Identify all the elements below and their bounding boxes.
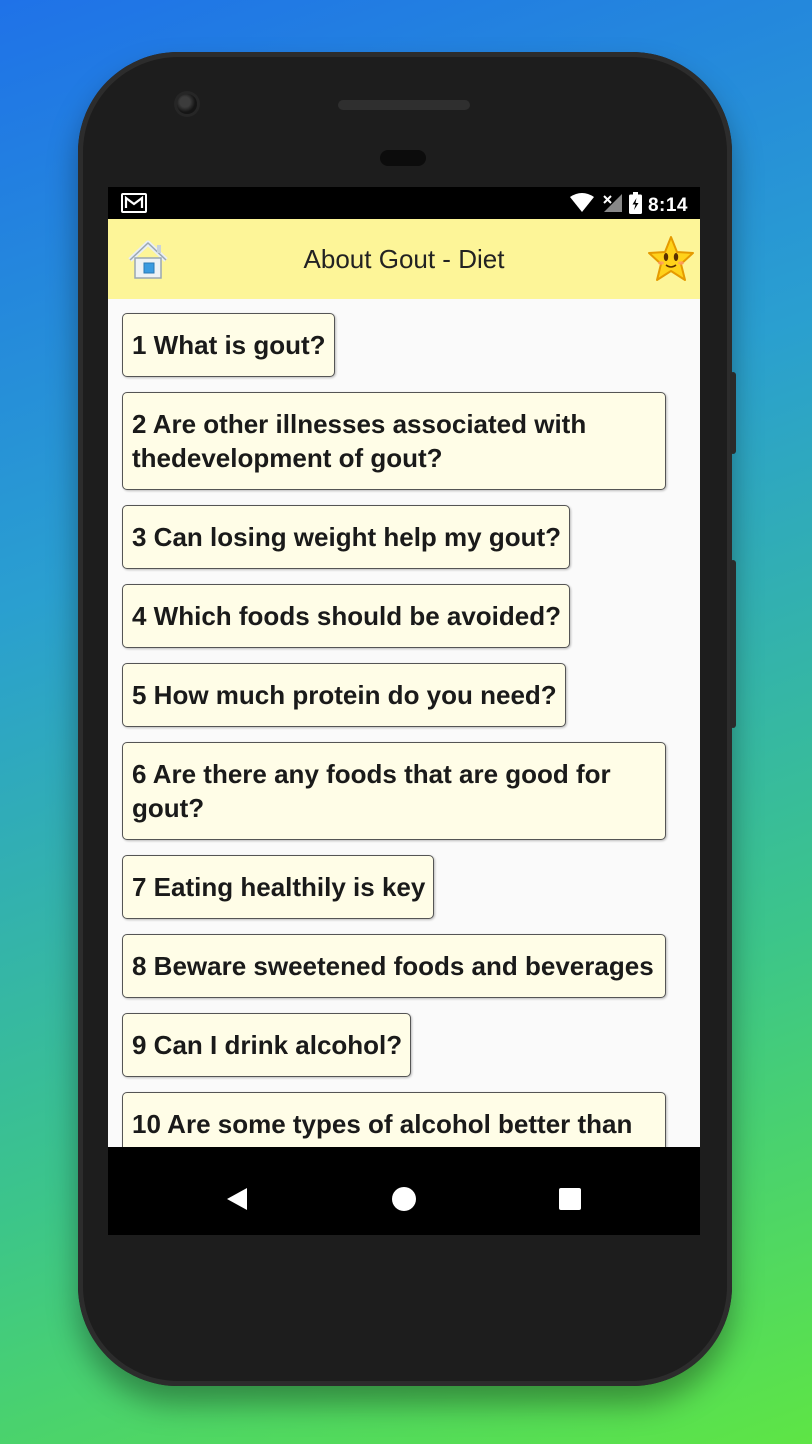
topic-item-4[interactable]: 4 Which foods should be avoided?	[122, 584, 571, 648]
topic-item-2[interactable]: 2 Are other illnesses associated with th…	[122, 392, 666, 490]
volume-button	[730, 560, 736, 728]
earpiece-speaker	[338, 100, 470, 110]
power-button	[730, 372, 736, 454]
home-circle-icon[interactable]	[392, 1187, 416, 1211]
topic-list: 1 What is gout? 2 Are other illnesses as…	[108, 299, 700, 1147]
recents-icon[interactable]	[559, 1188, 581, 1210]
back-icon[interactable]	[226, 1187, 248, 1216]
topic-item-3[interactable]: 3 Can losing weight help my gout?	[122, 505, 571, 569]
proximity-sensor	[380, 150, 426, 166]
favorite-star-icon[interactable]	[646, 235, 696, 288]
wifi-icon	[569, 193, 595, 218]
status-time: 8:14	[647, 194, 688, 216]
topic-item-9[interactable]: 9 Can I drink alcohol?	[122, 1013, 412, 1077]
status-bar: 8:14	[108, 187, 700, 219]
topic-item-10[interactable]: 10 Are some types of alcohol better than…	[122, 1092, 666, 1147]
device-screen: 8:14 About Gout - Diet 1 What is gout? 2…	[108, 187, 700, 1235]
no-signal-icon	[601, 193, 623, 218]
app-bar: About Gout - Diet	[108, 219, 700, 299]
battery-icon	[628, 192, 642, 219]
front-camera	[177, 94, 197, 114]
system-nav-bar	[108, 1163, 700, 1235]
topic-item-7[interactable]: 7 Eating healthily is key	[122, 855, 435, 919]
topic-item-1[interactable]: 1 What is gout?	[122, 313, 335, 377]
topic-item-8[interactable]: 8 Beware sweetened foods and beverages	[122, 934, 666, 998]
page-title: About Gout - Diet	[303, 244, 505, 274]
topic-item-6[interactable]: 6 Are there any foods that are good for …	[122, 742, 666, 840]
topic-list-container[interactable]: 1 What is gout? 2 Are other illnesses as…	[108, 299, 700, 1147]
gmail-notification-icon	[121, 193, 147, 218]
topic-item-5[interactable]: 5 How much protein do you need?	[122, 663, 566, 727]
